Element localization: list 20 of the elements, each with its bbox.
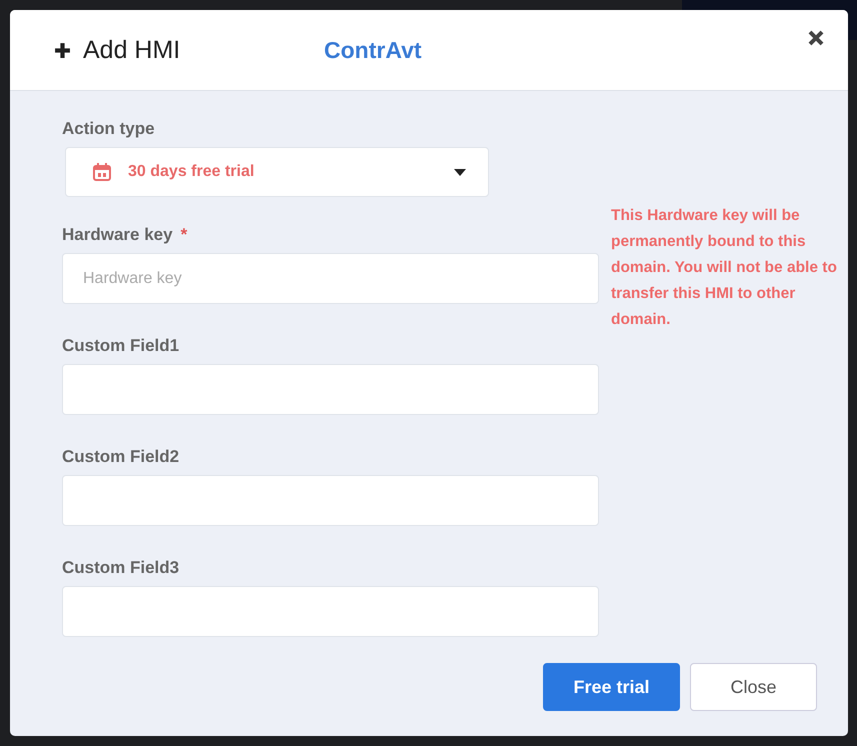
- input-field[interactable]: [62, 475, 599, 526]
- action-type-select[interactable]: 30 days free trial: [65, 147, 489, 197]
- field-label: Action type: [62, 119, 155, 139]
- field-label: Hardware key: [62, 225, 173, 245]
- calendar-icon: [92, 162, 112, 182]
- field-label: Custom Field3: [62, 558, 180, 578]
- caret-icon: [454, 168, 466, 176]
- brand-name: ContrAvt: [324, 36, 422, 64]
- free-trial-button[interactable]: Free trial: [543, 663, 680, 711]
- input-field[interactable]: Hardware key: [62, 253, 599, 304]
- close-button[interactable]: Close: [690, 663, 817, 711]
- required-mark: *: [180, 225, 188, 245]
- close-icon[interactable]: [806, 28, 826, 48]
- dialog-title: Add HMI: [83, 36, 180, 64]
- warning-text: This Hardware key will be permanently bound to this domain. You will not be able to transfer this HMI to other domain.: [611, 206, 838, 330]
- plus-icon: [54, 42, 71, 58]
- field-label: Custom Field2: [62, 447, 180, 467]
- input-field[interactable]: [62, 364, 599, 415]
- field-label: Custom Field1: [62, 336, 180, 356]
- input-field[interactable]: [62, 586, 599, 637]
